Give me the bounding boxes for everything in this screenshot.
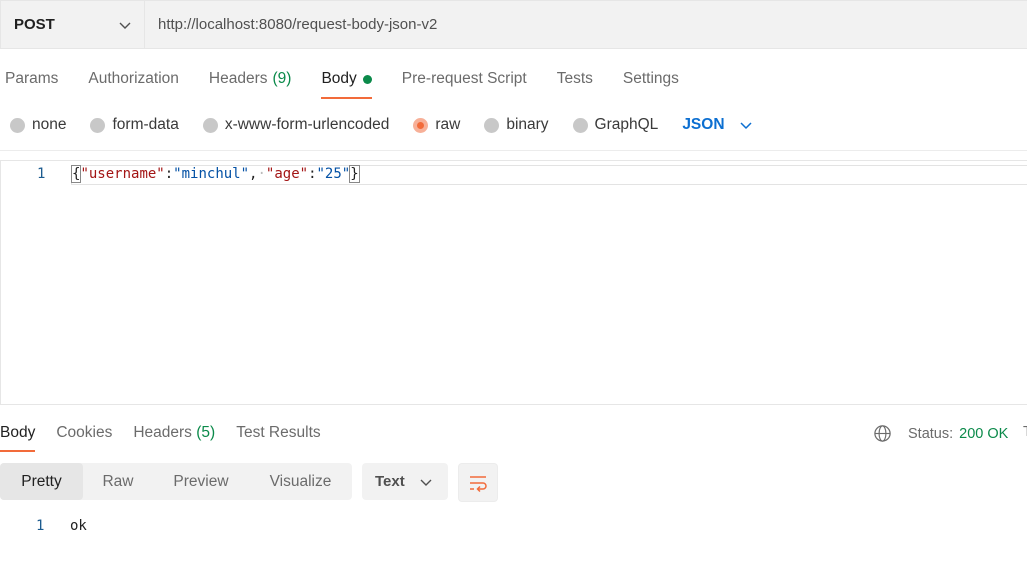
radio-form-data[interactable]: form-data [90,116,179,134]
radio-circle [90,117,106,133]
radio-none[interactable]: none [10,116,66,134]
line-number: 1 [37,166,46,182]
wrap-lines-button[interactable] [458,463,498,502]
mode-pretty-button[interactable]: Pretty [0,463,83,500]
tab-headers[interactable]: Headers (9) [209,62,292,100]
language-label: JSON [682,116,725,133]
response-view-modes: Pretty Raw Preview Visualize [0,463,352,500]
tab-authorization[interactable]: Authorization [88,62,178,100]
tab-pre-request-script[interactable]: Pre-request Script [402,62,527,100]
url-bar: POST http://localhost:8080/request-body-… [0,0,1027,49]
radio-raw[interactable]: raw [413,116,460,134]
request-tabs: Params Authorization Headers (9) Body Pre… [0,62,704,100]
radio-label: form-data [112,116,179,133]
globe-icon[interactable] [873,424,892,443]
tab-label: Params [5,70,59,87]
radio-graphql[interactable]: GraphQL [572,116,659,134]
response-line-number: 1 [36,518,45,534]
format-label: Text [375,473,405,490]
mode-visualize-button[interactable]: Visualize [249,463,352,500]
code-string: "minchul" [173,166,250,182]
radio-circle [572,117,588,133]
radio-circle [202,117,218,133]
status-value[interactable]: 200 OK [959,426,1008,442]
code-colon: : [164,166,174,182]
code-colon: : [308,166,317,182]
tab-label: Body [0,424,36,441]
url-text: http://localhost:8080/request-body-json-… [158,16,438,33]
tab-params[interactable]: Params [5,62,58,100]
radio-circle [10,117,25,133]
mode-raw-button[interactable]: Raw [83,463,153,500]
tab-tests[interactable]: Tests [557,62,593,100]
divider [0,150,1027,151]
tab-label: Headers [208,70,268,87]
response-tab-headers[interactable]: Headers (5) [133,413,215,453]
response-status: Status: 200 OK [873,424,1008,443]
code-string: "25" [316,166,351,182]
radio-label: x-www-form-urlencoded [224,116,390,133]
mode-preview-button[interactable]: Preview [153,463,249,500]
chevron-down-icon [119,22,131,29]
body-type-options: none form-data x-www-form-urlencoded raw… [0,112,753,138]
truncated-text: T [1023,424,1027,440]
wrap-lines-icon [470,475,487,492]
radio-label: none [32,116,67,133]
tab-label: Headers [133,424,192,441]
radio-x-www-form-urlencoded[interactable]: x-www-form-urlencoded [202,116,390,134]
tab-settings[interactable]: Settings [623,62,679,100]
tab-body[interactable]: Body [321,62,373,100]
tab-label: Tests [556,70,593,87]
headers-count: (9) [272,70,292,87]
radio-label: GraphQL [594,116,659,133]
tab-label: Authorization [88,70,179,87]
response-body-text: ok [70,518,87,534]
headers-count: (5) [196,424,216,441]
radio-label: binary [506,116,549,133]
code-brace-close: } [349,165,360,183]
url-input[interactable]: http://localhost:8080/request-body-json-… [145,1,1027,48]
chevron-down-icon [420,479,432,486]
radio-circle [484,117,500,133]
request-body-editor[interactable]: 1 {"username":"minchul",·"age":"25"} [0,160,1027,405]
method-label: POST [14,16,55,33]
whitespace-dot: · [257,166,266,182]
chevron-down-icon [740,122,752,130]
response-tab-test-results[interactable]: Test Results [236,413,320,453]
body-indicator-dot [362,75,372,84]
radio-circle-selected [413,117,429,133]
response-tabs: Body Cookies Headers (5) Test Results [0,413,342,453]
radio-label: raw [435,116,461,133]
tab-label: Test Results [236,424,321,441]
tab-label: Pre-request Script [401,70,527,87]
tab-label: Settings [622,70,679,87]
response-tab-cookies[interactable]: Cookies [56,413,112,453]
code-line: {"username":"minchul",·"age":"25"} [70,165,360,183]
code-key: "age" [265,166,309,182]
response-format-select[interactable]: Text [362,463,448,500]
status-label: Status: [908,425,954,442]
method-select[interactable]: POST [1,1,145,48]
tab-label: Body [321,70,357,87]
body-language-select[interactable]: JSON [682,116,752,134]
tab-label: Cookies [56,424,113,441]
response-tab-body[interactable]: Body [0,413,36,453]
radio-binary[interactable]: binary [484,116,549,134]
code-key: "username" [80,166,165,182]
